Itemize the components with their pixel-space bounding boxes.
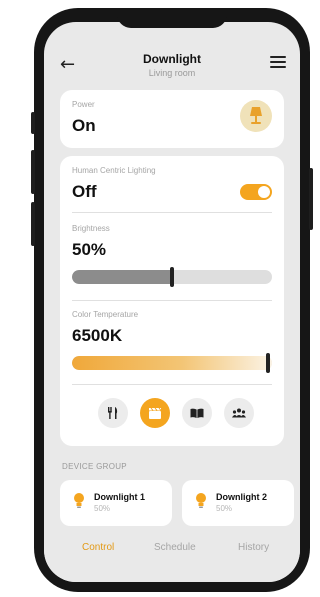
scene-dining-button[interactable] bbox=[98, 398, 128, 428]
device-value: 50% bbox=[216, 504, 233, 513]
color-temperature-slider-thumb[interactable] bbox=[266, 353, 270, 373]
tab-control[interactable]: Control bbox=[82, 542, 114, 553]
page-subtitle: Living room bbox=[148, 68, 196, 78]
toggle-knob bbox=[258, 186, 270, 198]
hcl-toggle[interactable] bbox=[240, 184, 272, 200]
device-card-downlight-2[interactable]: Downlight 2 50% bbox=[182, 480, 294, 526]
book-icon bbox=[190, 408, 204, 418]
hcl-value: Off bbox=[72, 182, 97, 201]
power-value: On bbox=[72, 116, 96, 135]
volume-up-button bbox=[31, 150, 35, 194]
divider bbox=[72, 300, 272, 301]
scene-reading-button[interactable] bbox=[182, 398, 212, 428]
color-temperature-value: 6500K bbox=[72, 326, 123, 345]
hamburger-menu-icon[interactable] bbox=[270, 56, 286, 68]
notch bbox=[117, 14, 227, 28]
scene-movie-button[interactable] bbox=[140, 398, 170, 428]
brightness-slider-thumb[interactable] bbox=[170, 267, 174, 287]
power-label: Power bbox=[72, 100, 95, 109]
color-temperature-slider[interactable] bbox=[72, 356, 272, 370]
power-side-button bbox=[309, 168, 313, 230]
brightness-value: 50% bbox=[72, 240, 107, 259]
lamp-icon bbox=[250, 107, 262, 124]
tab-history[interactable]: History bbox=[238, 542, 269, 553]
device-name: Downlight 1 bbox=[94, 492, 145, 502]
app-screen: ← Downlight Living room Power On Human C… bbox=[44, 22, 300, 582]
bulb-icon bbox=[196, 493, 206, 508]
brightness-slider-fill bbox=[72, 270, 172, 284]
hcl-label: Human Centric Lighting bbox=[72, 166, 156, 175]
device-value: 50% bbox=[94, 504, 111, 513]
clapperboard-icon bbox=[149, 407, 162, 419]
controls-card: Human Centric Lighting Off Brightness 50… bbox=[60, 156, 284, 446]
device-name: Downlight 2 bbox=[216, 492, 267, 502]
divider bbox=[72, 212, 272, 213]
tab-schedule[interactable]: Schedule bbox=[154, 542, 196, 553]
bulb-icon bbox=[74, 493, 84, 508]
brightness-label: Brightness bbox=[72, 224, 110, 233]
restaurant-icon bbox=[108, 407, 118, 419]
group-icon bbox=[232, 408, 246, 418]
bottom-tab-bar: Control Schedule History bbox=[44, 528, 300, 582]
page-title: Downlight bbox=[143, 52, 201, 66]
scene-party-button[interactable] bbox=[224, 398, 254, 428]
header: ← Downlight Living room bbox=[44, 44, 300, 90]
device-card-downlight-1[interactable]: Downlight 1 50% bbox=[60, 480, 172, 526]
power-card: Power On bbox=[60, 90, 284, 148]
volume-down-button bbox=[31, 202, 35, 246]
color-temperature-slider-fill bbox=[72, 356, 272, 370]
divider bbox=[72, 384, 272, 385]
device-group-label: DEVICE GROUP bbox=[62, 462, 127, 471]
mute-switch bbox=[31, 112, 35, 134]
color-temperature-label: Color Temperature bbox=[72, 310, 139, 319]
power-button[interactable] bbox=[240, 100, 272, 132]
